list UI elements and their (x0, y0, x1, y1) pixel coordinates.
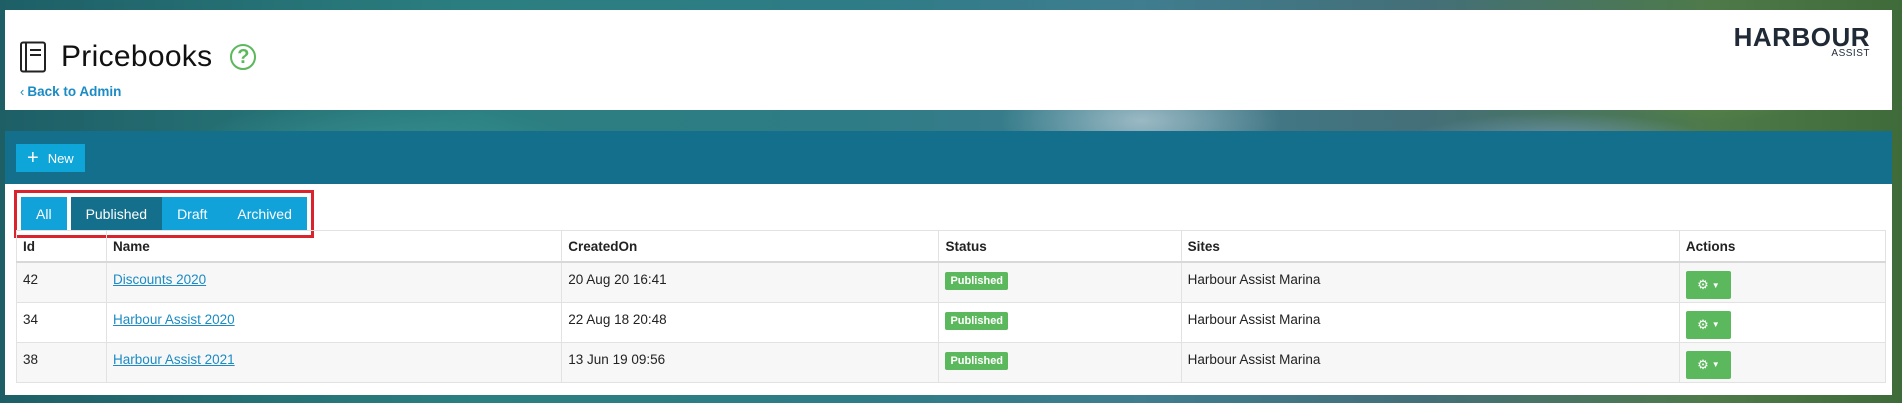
table-header-row: Id Name CreatedOn Status Sites Actions (15, 230, 1887, 263)
filter-tab-archived[interactable]: Archived (222, 197, 307, 231)
filter-tab-published[interactable]: Published (70, 197, 163, 231)
back-link-label: Back to Admin (27, 84, 122, 99)
cell-id: 34 (15, 301, 108, 343)
logo-main-text: HARBOUR (1733, 22, 1870, 52)
caret-down-icon: ▼ (1711, 360, 1720, 369)
gear-icon: ⚙ (1697, 316, 1709, 332)
chevron-left-icon: ‹ (20, 84, 25, 99)
actions-dropdown-button[interactable]: ⚙ ▼ (1685, 310, 1731, 339)
pricebooks-table-wrap: Id Name CreatedOn Status Sites Actions 4… (15, 230, 1887, 383)
column-header-createdon[interactable]: CreatedOn (561, 230, 940, 263)
cell-sites: Harbour Assist Marina (1180, 261, 1680, 303)
cell-name: Discounts 2020 (106, 261, 563, 303)
table-row: 34 Harbour Assist 2020 22 Aug 18 20:48 P… (15, 301, 1887, 343)
harbour-assist-logo: HARBOUR ASSIST (1734, 24, 1870, 59)
caret-down-icon: ▼ (1711, 280, 1720, 290)
cell-created-on: 22 Aug 18 20:48 (561, 301, 940, 343)
column-header-name[interactable]: Name (106, 230, 563, 263)
cell-created-on: 13 Jun 19 09:56 (561, 341, 940, 383)
page-title: Pricebooks (61, 40, 213, 73)
status-badge: Published (945, 351, 1009, 370)
status-badge: Published (945, 272, 1009, 290)
cell-name: Harbour Assist 2020 (106, 301, 563, 343)
title-row: Pricebooks ? (19, 40, 257, 74)
table-row: 42 Discounts 2020 20 Aug 20 16:41 Publis… (15, 261, 1887, 303)
toolbar: + New (5, 131, 1892, 184)
back-to-admin-link[interactable]: ‹ Back to Admin (20, 84, 121, 99)
cell-actions: ⚙ ▼ (1678, 261, 1887, 303)
question-circle-icon[interactable]: ? (230, 44, 257, 70)
column-header-sites[interactable]: Sites (1180, 230, 1680, 263)
cell-actions: ⚙ ▼ (1678, 341, 1887, 383)
gear-icon: ⚙ (1697, 356, 1709, 372)
caret-down-icon: ▼ (1711, 320, 1720, 329)
pricebooks-table: Id Name CreatedOn Status Sites Actions 4… (15, 230, 1887, 383)
cell-id: 42 (15, 261, 108, 303)
pricebook-name-link[interactable]: Harbour Assist 2021 (113, 352, 235, 367)
pricebook-name-link[interactable]: Harbour Assist 2020 (113, 312, 235, 327)
new-button[interactable]: + New (16, 144, 85, 172)
actions-dropdown-button[interactable]: ⚙ ▼ (1685, 271, 1731, 299)
cell-status: Published (938, 301, 1182, 343)
cell-status: Published (938, 261, 1182, 303)
filter-tab-draft[interactable]: Draft (162, 197, 223, 231)
column-header-status[interactable]: Status (938, 230, 1182, 263)
column-header-id[interactable]: Id (15, 230, 108, 263)
cell-name: Harbour Assist 2021 (106, 341, 563, 383)
cell-created-on: 20 Aug 20 16:41 (561, 261, 940, 303)
cell-status: Published (938, 341, 1182, 383)
status-badge: Published (945, 311, 1009, 330)
cell-id: 38 (15, 341, 108, 383)
book-icon (19, 41, 49, 73)
cell-sites: Harbour Assist Marina (1180, 341, 1680, 383)
pricebooks-panel: All Published Draft Archived Id Name Cre… (5, 184, 1892, 395)
table-row: 38 Harbour Assist 2021 13 Jun 19 09:56 P… (15, 341, 1887, 383)
actions-dropdown-button[interactable]: ⚙ ▼ (1685, 350, 1731, 379)
filter-tab-all[interactable]: All (21, 197, 67, 231)
gear-icon: ⚙ (1697, 277, 1709, 292)
column-header-actions: Actions (1678, 230, 1887, 263)
page-header: Pricebooks ? ‹ Back to Admin HARBOUR ASS… (5, 10, 1892, 110)
pricebook-name-link[interactable]: Discounts 2020 (113, 272, 206, 287)
cell-actions: ⚙ ▼ (1678, 301, 1887, 343)
cell-sites: Harbour Assist Marina (1180, 301, 1680, 343)
new-button-label: New (47, 150, 74, 166)
plus-icon: + (27, 147, 39, 169)
